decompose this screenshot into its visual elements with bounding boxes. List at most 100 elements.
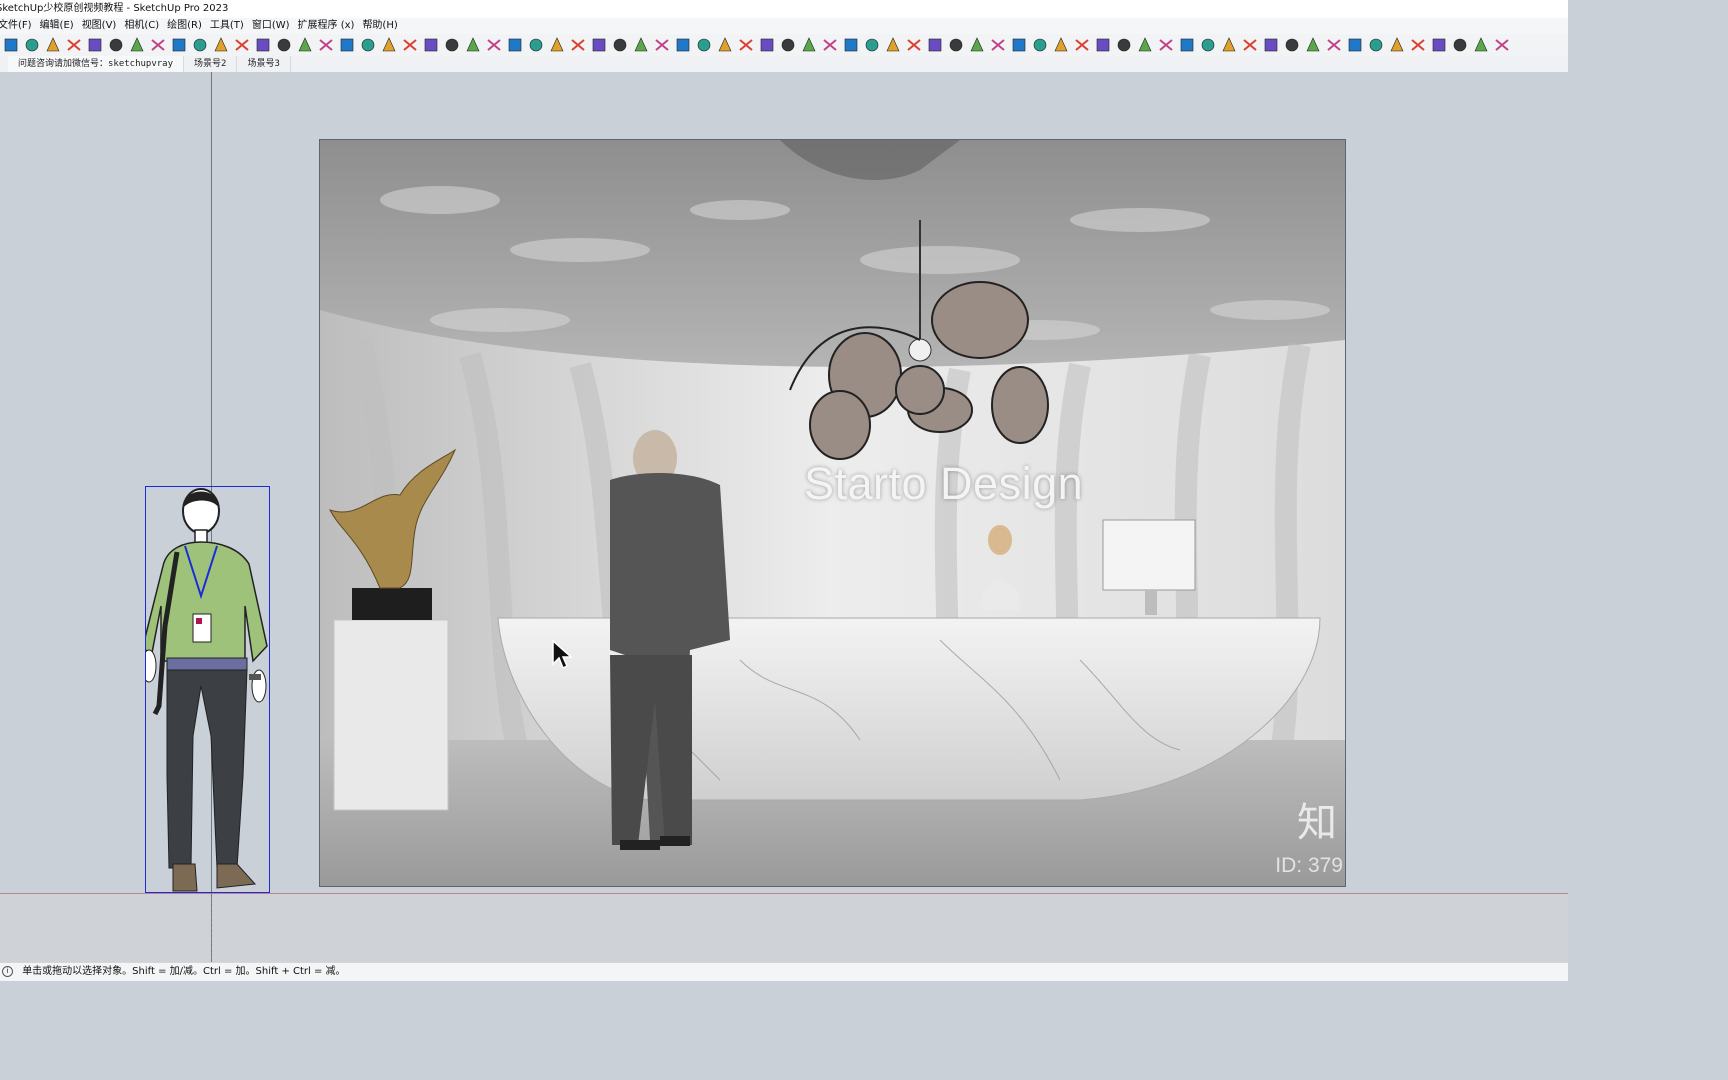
status-bar: i 单击或拖动以选择对象。Shift = 加/减。Ctrl = 加。Shift …: [0, 962, 1568, 981]
scene-tab-3[interactable]: 场景号3: [237, 56, 291, 72]
toolbar-tool-icon[interactable]: [1411, 39, 1425, 51]
toolbar-tool-icon[interactable]: [1117, 38, 1131, 52]
toolbar-icons: [4, 37, 1509, 52]
toolbar-tool-icon[interactable]: [214, 37, 228, 52]
toolbar-tool-icon[interactable]: [25, 38, 39, 52]
toolbar-tool-icon[interactable]: [928, 38, 942, 52]
toolbar-tool-icon[interactable]: [1285, 38, 1299, 52]
toolbar-tool-icon[interactable]: [1432, 38, 1446, 52]
menu-camera[interactable]: 相机(C): [120, 18, 163, 34]
toolbar-tool-icon[interactable]: [235, 39, 249, 51]
window-title: SketchUp少校原创视频教程 - SketchUp Pro 2023: [0, 3, 229, 14]
toolbar-tool-icon[interactable]: [172, 38, 186, 52]
toolbar-tool-icon[interactable]: [592, 38, 606, 52]
menu-tools[interactable]: 工具(T): [206, 18, 248, 34]
toolbar-tool-icon[interactable]: [1159, 39, 1173, 51]
toolbar-tool-icon[interactable]: [613, 38, 627, 52]
toolbar-tool-icon[interactable]: [445, 38, 459, 52]
toolbar-tool-icon[interactable]: [67, 39, 81, 51]
toolbar-tool-icon[interactable]: [655, 39, 669, 51]
toolbar-tool-icon[interactable]: [487, 39, 501, 51]
status-text: 单击或拖动以选择对象。Shift = 加/减。Ctrl = 加。Shift + …: [22, 966, 346, 977]
toolbar-tool-icon[interactable]: [1348, 38, 1362, 52]
toolbar-tool-icon[interactable]: [466, 37, 480, 52]
toolbar-tool-icon[interactable]: [1474, 37, 1488, 52]
toolbar-tool-icon[interactable]: [1054, 37, 1068, 52]
scene-tab-1[interactable]: 问题咨询请加微信号：sketchupvray: [8, 56, 185, 72]
red-axis-line: [0, 893, 1568, 894]
toolbar-tool-icon[interactable]: [361, 38, 375, 52]
toolbar-tool-icon[interactable]: [109, 38, 123, 52]
toolbar-tool-icon[interactable]: [781, 38, 795, 52]
render-brand-text: Starto Design: [804, 458, 1084, 509]
toolbar-tool-icon[interactable]: [844, 38, 858, 52]
menu-help[interactable]: 帮助(H): [358, 18, 401, 34]
toolbar-tool-icon[interactable]: [1138, 37, 1152, 52]
info-icon[interactable]: i: [2, 965, 13, 977]
toolbar-tool-icon[interactable]: [1327, 39, 1341, 51]
toolbar-tool-icon[interactable]: [1012, 38, 1026, 52]
menu-window[interactable]: 窗口(W): [248, 18, 294, 34]
toolbar-tool-icon[interactable]: [970, 37, 984, 52]
toolbar-tool-icon[interactable]: [46, 37, 60, 52]
toolbar-tool-icon[interactable]: [424, 38, 438, 52]
toolbar-tool-icon[interactable]: [1243, 39, 1257, 51]
toolbar-tool-icon[interactable]: [1264, 38, 1278, 52]
toolbar-tool-icon[interactable]: [151, 39, 165, 51]
toolbar-tool-icon[interactable]: [88, 38, 102, 52]
toolbar-tool-icon[interactable]: [319, 39, 333, 51]
menu-file[interactable]: 文件(F): [0, 18, 36, 34]
menu-bar: 文件(F) 编辑(E) 视图(V) 相机(C) 绘图(R) 工具(T) 窗口(W…: [0, 18, 1568, 34]
toolbar-tool-icon[interactable]: [277, 38, 291, 52]
toolbar-tool-icon[interactable]: [634, 37, 648, 52]
toolbar-tool-icon[interactable]: [1201, 38, 1215, 52]
toolbar-tool-icon[interactable]: [718, 37, 732, 52]
toolbar-tool-icon[interactable]: [907, 39, 921, 51]
toolbar-tool-icon[interactable]: [991, 39, 1005, 51]
menu-view[interactable]: 视图(V): [78, 18, 121, 34]
toolbar-tool-icon[interactable]: [1369, 38, 1383, 52]
toolbar-tool-icon[interactable]: [550, 37, 564, 52]
toolbar-tool-icon[interactable]: [256, 38, 270, 52]
toolbar-tool-icon[interactable]: [1075, 39, 1089, 51]
ground-plane: [0, 894, 1568, 962]
toolbar-tool-icon[interactable]: [4, 38, 18, 52]
scene-tabs-bar: 问题咨询请加微信号：sketchupvray 场景号2 场景号3: [0, 56, 1568, 73]
toolbar-tool-icon[interactable]: [1096, 38, 1110, 52]
toolbar-tool-icon[interactable]: [865, 38, 879, 52]
menu-draw[interactable]: 绘图(R): [163, 18, 206, 34]
toolbar-tool-icon[interactable]: [193, 38, 207, 52]
toolbar-tool-icon[interactable]: [823, 39, 837, 51]
menu-edit[interactable]: 编辑(E): [36, 18, 78, 34]
toolbar-tool-icon[interactable]: [403, 39, 417, 51]
toolbar-tool-icon[interactable]: [529, 38, 543, 52]
toolbar-tool-icon[interactable]: [298, 37, 312, 52]
toolbar-tool-icon[interactable]: [1033, 38, 1047, 52]
window-title-bar: SketchUp少校原创视频教程 - SketchUp Pro 2023: [0, 0, 1568, 18]
toolbar-tool-icon[interactable]: [340, 38, 354, 52]
toolbar-tool-icon[interactable]: [886, 37, 900, 52]
imported-render-image[interactable]: Starto Design 知 ID: 379: [319, 139, 1346, 887]
toolbar-tool-icon[interactable]: [802, 37, 816, 52]
toolbar-tool-icon[interactable]: [697, 38, 711, 52]
toolbar-tool-icon[interactable]: [760, 38, 774, 52]
render-illustration: [320, 140, 1345, 886]
main-toolbar: [0, 34, 1568, 57]
toolbar-tool-icon[interactable]: [949, 38, 963, 52]
toolbar-tool-icon[interactable]: [1222, 37, 1236, 52]
toolbar-tool-icon[interactable]: [508, 38, 522, 52]
toolbar-tool-icon[interactable]: [1453, 38, 1467, 52]
toolbar-tool-icon[interactable]: [1306, 37, 1320, 52]
watermark-logo: 知: [1297, 800, 1337, 846]
menu-extensions[interactable]: 扩展程序 (x): [294, 18, 359, 34]
toolbar-tool-icon[interactable]: [1495, 39, 1509, 51]
toolbar-tool-icon[interactable]: [739, 39, 753, 51]
toolbar-tool-icon[interactable]: [571, 39, 585, 51]
blue-axis-dashed: [211, 892, 212, 962]
toolbar-tool-icon[interactable]: [1390, 37, 1404, 52]
toolbar-tool-icon[interactable]: [676, 38, 690, 52]
toolbar-tool-icon[interactable]: [382, 37, 396, 52]
scene-tab-2[interactable]: 场景号2: [184, 56, 238, 72]
toolbar-tool-icon[interactable]: [130, 37, 144, 52]
toolbar-tool-icon[interactable]: [1180, 38, 1194, 52]
